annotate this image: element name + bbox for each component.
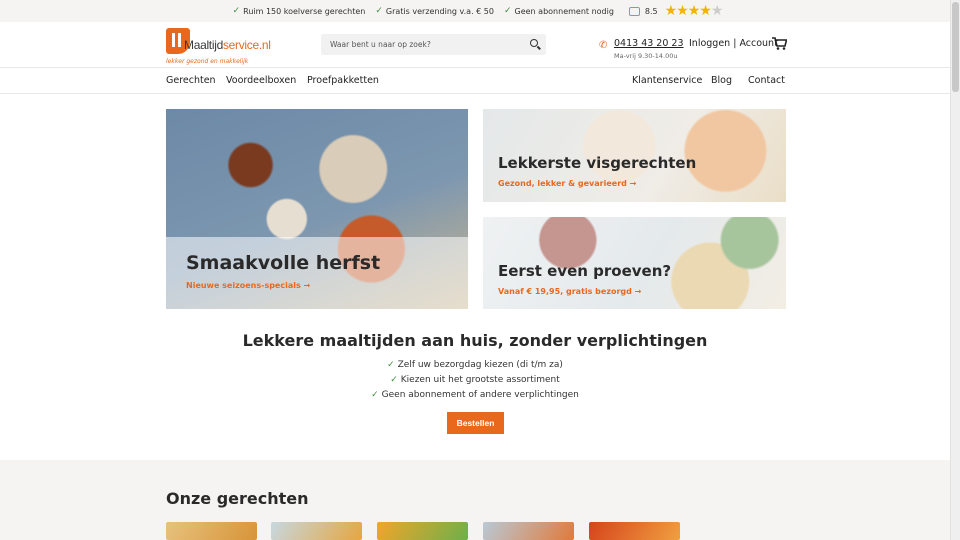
- rating-widget[interactable]: 8.5 ★★★★★: [628, 3, 724, 19]
- logo-wordmark: Maaltijdservice.nl: [184, 38, 271, 52]
- tile-link[interactable]: Gezond, lekker & gevarieerd →: [498, 179, 636, 188]
- check-icon: ✓: [387, 360, 395, 370]
- rating-score: 8.5: [644, 6, 658, 16]
- check-icon: ✓: [232, 6, 241, 16]
- tile-link[interactable]: Vanaf € 19,95, gratis bezorgd →: [498, 287, 641, 296]
- usp-item: ✓ Ruim 150 koelverse gerechten: [232, 6, 366, 16]
- site-header: Maaltijdservice.nl lekker gezond en makk…: [0, 22, 950, 68]
- nav-item-voordeelboxen[interactable]: Voordeelboxen: [226, 75, 296, 86]
- usp-item: ✓ Gratis verzending v.a. € 50: [375, 6, 494, 16]
- nav-item-blog[interactable]: Blog: [711, 75, 732, 86]
- hero-tile-trial[interactable]: Eerst even proeven? Vanaf € 19,95, grati…: [483, 217, 786, 309]
- page-scrollbar[interactable]: [950, 0, 960, 540]
- dish-thumbnail[interactable]: [377, 522, 468, 540]
- order-button[interactable]: Bestellen: [447, 412, 504, 434]
- dish-thumbnail[interactable]: [589, 522, 680, 540]
- search-input[interactable]: Waar bent u naar op zoek?: [321, 34, 546, 55]
- nav-item-contact[interactable]: Contact: [748, 75, 785, 86]
- phone-link[interactable]: 0413 43 20 23: [614, 38, 684, 49]
- tile-title: Eerst even proeven?: [498, 262, 672, 280]
- tile-title: Smaakvolle herfst: [186, 252, 381, 274]
- hero-tile-autumn[interactable]: Smaakvolle herfst Nieuwe seizoens-specia…: [166, 109, 468, 309]
- site-logo[interactable]: Maaltijdservice.nl lekker gezond en makk…: [166, 28, 286, 65]
- promo-heading: Lekkere maaltijden aan huis, zonder verp…: [242, 331, 708, 350]
- check-icon: ✓: [390, 375, 398, 385]
- benefit-item: ✓ Zelf uw bezorgdag kiezen (di t/m za): [387, 360, 563, 370]
- dish-thumbnail[interactable]: [483, 522, 574, 540]
- scrollbar-thumb[interactable]: [952, 2, 959, 92]
- nav-item-klantenservice[interactable]: Klantenservice: [632, 75, 702, 86]
- tile-link[interactable]: Nieuwe seizoens-specials →: [186, 281, 310, 290]
- section-heading: Onze gerechten: [166, 489, 309, 508]
- star-rating: ★★★★★: [664, 3, 724, 19]
- dishes-section: Onze gerechten: [0, 460, 950, 540]
- search-icon[interactable]: [530, 39, 538, 47]
- benefit-item: ✓ Kiezen uit het grootste assortiment: [390, 375, 560, 385]
- main-nav: Gerechten Voordeelboxen Proefpakketten K…: [0, 68, 950, 94]
- check-icon: ✓: [371, 390, 379, 400]
- opening-hours: Ma-vrij 9.30-14.00u: [614, 52, 678, 60]
- usp-bar: ✓ Ruim 150 koelverse gerechten ✓ Gratis ve…: [0, 0, 950, 22]
- promo-benefits: ✓ Zelf uw bezorgdag kiezen (di t/m za) ✓ K…: [0, 360, 950, 405]
- benefit-item: ✓ Geen abonnement of andere verplichtinge…: [371, 390, 579, 400]
- hero-tile-fish[interactable]: Lekkerste visgerechten Gezond, lekker & …: [483, 109, 786, 202]
- check-icon: ✓: [503, 6, 512, 16]
- check-icon: ✓: [375, 6, 383, 16]
- cart-icon[interactable]: [772, 37, 787, 50]
- usp-item: ✓ Geen abonnement nodig: [503, 6, 614, 16]
- dish-thumbnail[interactable]: [271, 522, 362, 540]
- search-placeholder: Waar bent u naar op zoek?: [330, 40, 431, 49]
- review-logo-icon: [628, 6, 640, 16]
- logo-tagline: lekker gezond en makkelijk: [166, 58, 249, 65]
- nav-item-gerechten[interactable]: Gerechten: [166, 75, 216, 86]
- dish-thumbnail[interactable]: [166, 522, 257, 540]
- tile-title: Lekkerste visgerechten: [498, 154, 697, 172]
- phone-icon: ✆: [599, 40, 608, 51]
- account-link[interactable]: Inloggen | Account: [689, 38, 778, 49]
- nav-item-proefpakketten[interactable]: Proefpakketten: [307, 75, 379, 86]
